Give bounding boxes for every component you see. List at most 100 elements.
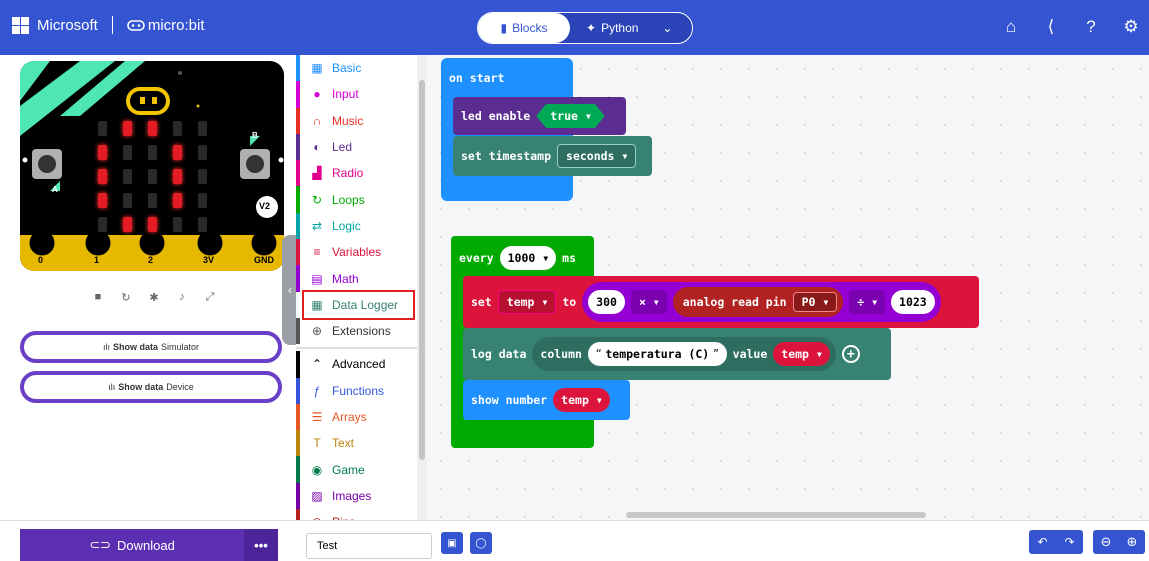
toolbox-scrollbar-thumb[interactable] <box>419 80 425 460</box>
toggle-icon: ◐ <box>313 140 321 155</box>
add-column-icon[interactable]: + <box>841 345 860 363</box>
zoom-group: ⊖ ⊕ <box>1093 530 1145 554</box>
edge-connector: 0 1 2 3V GND <box>20 235 284 271</box>
timestamp-unit-dropdown[interactable]: seconds <box>557 144 637 168</box>
toolbox-item-images[interactable]: ▨ Images <box>296 482 427 510</box>
show-data-target: Simulator <box>161 342 200 352</box>
multiply-operator: × <box>638 295 646 309</box>
chevron-down-icon[interactable]: ⌄ <box>662 21 672 35</box>
show-number-block[interactable]: show number temp <box>463 380 630 420</box>
toolbox-item-label: Basic <box>332 61 362 76</box>
zoom-in-icon[interactable]: ⊕ <box>1127 534 1138 550</box>
home-icon[interactable]: ⌂ <box>1001 17 1021 37</box>
blocks-workspace[interactable]: on start led enable true set timestamp s… <box>427 55 1149 520</box>
toolbox-item-loops[interactable]: ↻ Loops <box>296 186 427 213</box>
sound-icon[interactable]: ♪ <box>174 291 190 304</box>
led-enable-text: led enable <box>461 109 531 123</box>
python-mode-button[interactable]: ✦ Python <box>586 21 638 35</box>
led <box>173 217 182 232</box>
gear-icon[interactable]: ⚙ <box>1121 17 1141 37</box>
download-more-button[interactable]: ••• <box>244 529 278 561</box>
number-300-field[interactable]: 300 <box>588 290 625 314</box>
toolbox-item-led[interactable]: ◐ Led <box>296 133 427 161</box>
toolbox-item-basic[interactable]: ▦ Basic <box>296 55 427 82</box>
toolbox-item-variables[interactable]: ≡ Variables <box>296 239 427 266</box>
project-name-input[interactable]: Test <box>306 533 432 559</box>
set-variable-block[interactable]: set temp to 300 × analog read pin P0 ÷ 1… <box>463 276 979 328</box>
toolbox-item-pins[interactable]: ◎Pins <box>296 509 427 520</box>
toolbox-item-radio[interactable]: ▟ Radio <box>296 160 427 187</box>
button-a[interactable] <box>32 149 62 179</box>
fullscreen-icon[interactable]: ⤢ <box>202 291 218 304</box>
every-text: every <box>459 251 494 265</box>
toolbox-item-logic[interactable]: ⇄ Logic <box>296 212 427 240</box>
set-variable-dropdown[interactable]: temp <box>497 290 557 314</box>
log-data-block[interactable]: log data column “temperatura (C)” value … <box>463 328 891 380</box>
slowmo-icon[interactable]: ✱ <box>146 291 162 304</box>
number-1023-field[interactable]: 1023 <box>891 290 935 314</box>
set-timestamp-block[interactable]: set timestamp seconds <box>453 136 652 176</box>
function-icon: ƒ <box>313 383 321 398</box>
stop-icon[interactable]: ■ <box>90 291 106 304</box>
blocks-mode-button[interactable]: ▮ Blocks <box>478 13 570 43</box>
category-color-bar <box>296 430 300 457</box>
toolbox-item-label: Radio <box>332 166 364 181</box>
help-icon[interactable]: ? <box>1081 17 1101 37</box>
undo-icon[interactable]: ↶ <box>1037 535 1047 549</box>
toolbox-item-input[interactable]: ● Input <box>296 81 427 108</box>
python-mode-label: Python <box>601 21 639 35</box>
share-icon[interactable]: ⟨ <box>1041 17 1061 37</box>
toolbox-item-label: Music <box>332 113 364 128</box>
pin-label: 1 <box>94 255 100 265</box>
toolbox-item-advanced[interactable]: ⌃ Advanced <box>296 351 427 378</box>
toolbox-item-data-logger[interactable]: ▦ Data Logger <box>302 289 415 320</box>
category-color-bar <box>296 482 300 510</box>
category-color-bar <box>296 351 300 378</box>
show-data-device-button[interactable]: ılı Show data Device <box>20 371 282 403</box>
brand-divider <box>111 16 113 34</box>
category-color-bar <box>296 160 300 187</box>
divide-operator-dropdown[interactable]: ÷ <box>849 290 886 314</box>
restart-icon[interactable]: ↻ <box>118 291 134 304</box>
toolbox-item-math[interactable]: ▤ Math <box>296 265 427 292</box>
led-enable-dropdown[interactable]: true <box>536 104 605 128</box>
gamepad-icon: ◉ <box>311 462 323 477</box>
value-variable-dropdown[interactable]: temp <box>773 342 830 366</box>
redo-icon[interactable]: ↷ <box>1064 535 1074 549</box>
download-button[interactable]: ⊂⊃ Download ••• <box>20 529 278 561</box>
pin-dropdown[interactable]: P0 <box>792 292 838 312</box>
to-text: to <box>562 295 577 309</box>
editor-mode-switch: ▮ Blocks ✦ Python ⌄ <box>477 12 693 44</box>
toolbox-item-functions[interactable]: ƒ Functions <box>296 377 427 404</box>
column-name-field[interactable]: “temperatura (C)” <box>587 342 727 366</box>
toolbox-item-text[interactable]: T Text <box>296 430 427 457</box>
top-bar: Microsoft micro:bit ▮ Blocks ✦ Python ⌄ … <box>0 0 1149 55</box>
category-color-bar <box>296 55 300 82</box>
every-interval-dropdown[interactable]: 1000 <box>499 246 557 270</box>
toolbox-item-label: Game <box>332 462 365 477</box>
toolbox-item-game[interactable]: ◉ Game <box>296 456 427 483</box>
github-button[interactable]: ◯ <box>470 532 492 554</box>
math-expression[interactable]: 300 × analog read pin P0 ÷ 1023 <box>582 282 941 322</box>
category-color-bar <box>296 212 300 240</box>
toolbox-item-extensions[interactable]: ⊕ Extensions <box>296 317 427 345</box>
led <box>98 169 107 184</box>
workspace-horizontal-scrollbar[interactable] <box>626 512 926 518</box>
multiply-operator-dropdown[interactable]: × <box>630 290 667 314</box>
column-value-block[interactable]: column “temperatura (C)” value temp <box>532 337 836 371</box>
led <box>98 145 107 160</box>
zoom-out-icon[interactable]: ⊖ <box>1101 534 1112 550</box>
save-button[interactable]: ▣ <box>441 532 463 554</box>
button-b[interactable] <box>240 149 270 179</box>
analog-read-block[interactable]: analog read pin P0 <box>672 287 844 317</box>
toolbox-item-arrays[interactable]: ☰ Arrays <box>296 403 427 431</box>
toolbox-item-music[interactable]: ∩ Music <box>296 107 427 134</box>
show-variable-dropdown[interactable]: temp <box>553 388 610 412</box>
pin-value: P0 <box>801 295 816 309</box>
led-enable-block[interactable]: led enable true <box>453 97 626 135</box>
microbit-simulator[interactable]: A B V2 0 1 2 3V GND <box>20 61 284 271</box>
show-data-simulator-button[interactable]: ılı Show data Simulator <box>20 331 282 363</box>
brand[interactable]: Microsoft micro:bit <box>12 16 205 34</box>
blocks-mode-label: Blocks <box>512 21 548 35</box>
led <box>148 217 157 232</box>
